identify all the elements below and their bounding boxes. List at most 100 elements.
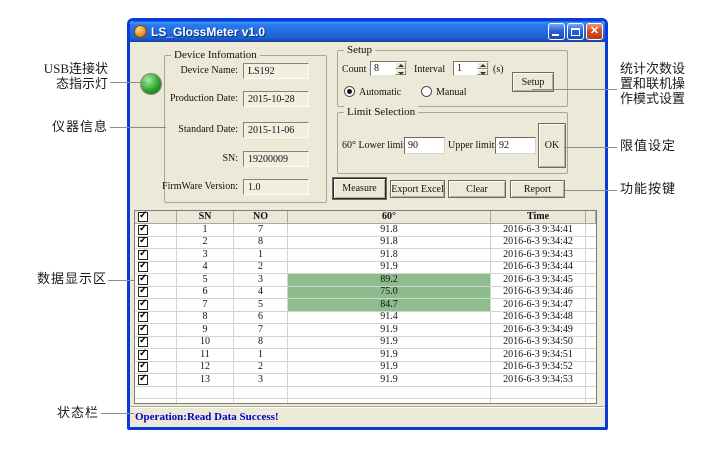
header-angle[interactable]: 60° — [288, 211, 491, 224]
check-mark-icon: ✓ — [139, 349, 147, 359]
sn-cell: 3 — [177, 249, 234, 262]
firmware-version-value[interactable]: 1.0 — [243, 179, 309, 195]
device-name-value[interactable]: LS192 — [243, 63, 309, 79]
no-cell: 1 — [234, 349, 288, 362]
header-sn[interactable]: SN — [177, 211, 234, 224]
angle-value-cell: 91.9 — [288, 262, 491, 275]
time-cell: 2016-6-3 9:34:41 — [491, 224, 586, 237]
angle-value-cell: 75.0 — [288, 287, 491, 300]
row-checkbox[interactable]: ✓ — [138, 350, 148, 360]
filler-cell — [586, 337, 596, 350]
row-checkbox[interactable]: ✓ — [138, 362, 148, 372]
table-row[interactable]: ✓9791.92016-6-3 9:34:49 — [135, 324, 596, 337]
table-cell — [288, 387, 491, 400]
interval-value: 1 — [457, 63, 462, 74]
count-spinner[interactable]: 8 — [370, 61, 407, 76]
row-checkbox[interactable]: ✓ — [138, 262, 148, 272]
report-button[interactable]: Report — [510, 180, 565, 198]
table-row[interactable]: ✓1791.82016-6-3 9:34:41 — [135, 224, 596, 237]
sn-value[interactable]: 19200009 — [243, 151, 309, 167]
annotation-limit-setting: 限值设定 — [620, 138, 676, 153]
measure-button[interactable]: Measure — [333, 178, 386, 199]
row-checkbox[interactable]: ✓ — [138, 312, 148, 322]
status-bar: Operation:Read Data Success! — [130, 406, 605, 427]
no-cell: 6 — [234, 312, 288, 325]
maximize-icon — [571, 28, 580, 36]
setup-legend: Setup — [344, 44, 375, 56]
interval-spinner[interactable]: 1 — [453, 61, 489, 76]
manual-radio-label[interactable]: Manual — [436, 87, 467, 98]
sn-cell: 5 — [177, 274, 234, 287]
interval-down-icon[interactable] — [477, 69, 488, 76]
no-cell: 7 — [234, 324, 288, 337]
table-row[interactable]: ✓10891.92016-6-3 9:34:50 — [135, 337, 596, 350]
annotation-setup-mode: 统计次数设 置和联机操 作模式设置 — [620, 61, 685, 106]
time-cell: 2016-6-3 9:34:51 — [491, 349, 586, 362]
row-checkbox[interactable]: ✓ — [138, 375, 148, 385]
select-all-checkbox[interactable]: ✓ — [138, 212, 148, 222]
count-label: Count — [342, 64, 366, 75]
angle-value-cell: 91.9 — [288, 324, 491, 337]
sn-cell: 11 — [177, 349, 234, 362]
header-time[interactable]: Time — [491, 211, 586, 224]
table-row[interactable]: ✓7584.72016-6-3 9:34:47 — [135, 299, 596, 312]
row-checkbox[interactable]: ✓ — [138, 300, 148, 310]
time-cell: 2016-6-3 9:34:43 — [491, 249, 586, 262]
sn-cell: 1 — [177, 224, 234, 237]
production-date-value[interactable]: 2015-10-28 — [243, 91, 309, 107]
upper-limit-input[interactable]: 92 — [495, 137, 536, 154]
angle-value-cell: 91.9 — [288, 374, 491, 387]
manual-radio[interactable] — [421, 86, 432, 97]
time-cell: 2016-6-3 9:34:48 — [491, 312, 586, 325]
row-checkbox[interactable]: ✓ — [138, 237, 148, 247]
close-button[interactable]: ✕ — [586, 23, 603, 40]
table-row[interactable]: ✓5389.22016-6-3 9:34:45 — [135, 274, 596, 287]
row-checkbox[interactable]: ✓ — [138, 225, 148, 235]
no-cell: 5 — [234, 299, 288, 312]
export-excel-button[interactable]: Export Excel — [390, 180, 445, 198]
app-window: LS_GlossMeter v1.0 ✕ Device Infomation D… — [127, 18, 608, 430]
table-row[interactable]: ✓4291.92016-6-3 9:34:44 — [135, 262, 596, 275]
row-checkbox-cell: ✓ — [135, 337, 177, 350]
ok-button[interactable]: OK — [538, 123, 566, 168]
table-row[interactable]: ✓8691.42016-6-3 9:34:48 — [135, 312, 596, 325]
table-row[interactable]: ✓3191.82016-6-3 9:34:43 — [135, 249, 596, 262]
table-cell — [177, 399, 234, 404]
angle-value-cell: 91.9 — [288, 337, 491, 350]
header-no[interactable]: NO — [234, 211, 288, 224]
table-row[interactable]: ✓6475.02016-6-3 9:34:46 — [135, 287, 596, 300]
clear-button[interactable]: Clear — [448, 180, 506, 198]
row-checkbox[interactable]: ✓ — [138, 325, 148, 335]
sn-cell: 10 — [177, 337, 234, 350]
table-body: ✓1791.82016-6-3 9:34:41✓2891.82016-6-3 9… — [135, 224, 596, 404]
table-row[interactable]: ✓2891.82016-6-3 9:34:42 — [135, 237, 596, 250]
table-row[interactable]: ✓13391.92016-6-3 9:34:53 — [135, 374, 596, 387]
count-down-icon[interactable] — [395, 69, 406, 76]
table-row[interactable]: ✓12291.92016-6-3 9:34:52 — [135, 362, 596, 375]
no-cell: 7 — [234, 224, 288, 237]
automatic-radio-label[interactable]: Automatic — [359, 87, 401, 98]
row-checkbox[interactable]: ✓ — [138, 337, 148, 347]
title-bar[interactable]: LS_GlossMeter v1.0 ✕ — [130, 21, 605, 42]
lower-limit-input[interactable]: 90 — [404, 137, 445, 154]
check-mark-icon: ✓ — [139, 211, 147, 221]
check-mark-icon: ✓ — [139, 299, 147, 309]
interval-spinner-buttons — [477, 62, 488, 75]
time-cell: 2016-6-3 9:34:46 — [491, 287, 586, 300]
row-checkbox-cell: ✓ — [135, 349, 177, 362]
setup-group: Setup Count 8 Interval 1 — [337, 50, 568, 107]
table-row[interactable]: ✓11191.92016-6-3 9:34:51 — [135, 349, 596, 362]
automatic-radio[interactable] — [344, 86, 355, 97]
maximize-button[interactable] — [567, 23, 584, 40]
time-cell: 2016-6-3 9:34:52 — [491, 362, 586, 375]
row-checkbox[interactable]: ✓ — [138, 250, 148, 260]
angle-value-cell: 89.2 — [288, 274, 491, 287]
standard-date-value[interactable]: 2015-11-06 — [243, 122, 309, 138]
time-cell: 2016-6-3 9:34:53 — [491, 374, 586, 387]
minimize-button[interactable] — [548, 23, 565, 40]
row-checkbox[interactable]: ✓ — [138, 275, 148, 285]
status-text: Operation:Read Data Success! — [135, 411, 279, 423]
sn-cell: 12 — [177, 362, 234, 375]
check-mark-icon: ✓ — [139, 249, 147, 259]
row-checkbox[interactable]: ✓ — [138, 287, 148, 297]
